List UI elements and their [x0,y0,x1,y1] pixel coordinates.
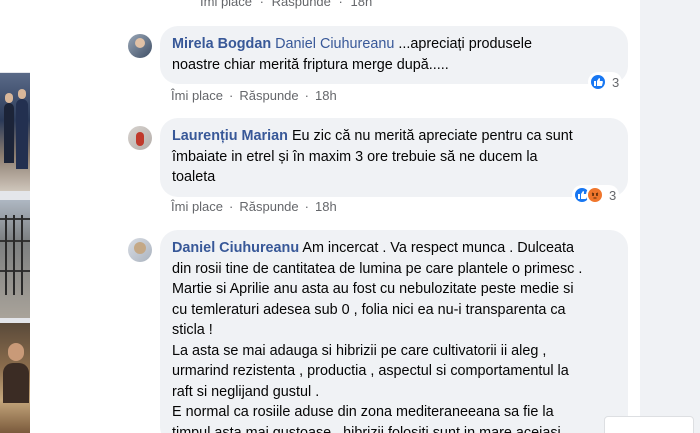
comment-text: E normal ca rosiile aduse din zona medit… [172,404,554,420]
reply-link[interactable]: Răspunde [239,88,298,103]
thumbnail-image-person[interactable] [0,323,30,433]
comments-feed: Îmi place · Răspunde · 18h Mirela Bogdan… [30,0,640,433]
thumbnail-image-fence[interactable] [0,200,30,318]
timestamp[interactable]: 18h [315,199,337,214]
avatar[interactable] [128,238,152,262]
comment-text: Eu zic că nu merită apreciate pentru ca … [287,128,573,144]
thumbnail-image-people[interactable] [0,73,30,191]
comment-text: Martie si Aprilie anu asta au fost cu ne… [172,281,574,297]
comment-author[interactable]: Mirela Bogdan [172,36,271,52]
comment-text: din rosii tine de cantitatea de lumina p… [172,260,583,277]
comment-text: raft si neglijand gustul . [172,383,320,400]
like-link[interactable]: Îmi place [200,0,252,9]
reaction-summary[interactable]: 3 [572,185,620,205]
timestamp[interactable]: 18h [315,88,337,103]
comment-bubble: Laurențiu Marian Eu zic că nu merită apr… [160,118,628,197]
angry-icon [586,186,604,204]
like-icon [589,73,607,91]
mention-link[interactable]: Daniel Ciuhureanu [275,36,394,52]
sidebar-blank-area [0,0,30,72]
previous-comment-actions: Îmi place · Răspunde · 18h [200,0,376,9]
comment-bubble: Mirela Bogdan Daniel Ciuhureanu ...aprec… [160,26,628,84]
comment-actions: Îmi place · Răspunde · 18h [171,199,337,214]
reaction-summary[interactable]: 3 [588,72,623,92]
comment-text: La asta se mai adauga si hibrizii pe car… [172,342,547,359]
like-link[interactable]: Îmi place [171,88,223,103]
comment-text: ...apreciați produsele [394,36,532,52]
reaction-count: 3 [612,74,620,90]
right-margin [640,0,700,433]
reply-link[interactable]: Răspunde [239,199,298,214]
avatar[interactable] [128,34,152,58]
left-sidebar-thumbnails [0,0,30,433]
comment-text: Am incercat . Va respect munca . Dulceat… [299,240,575,256]
comment-author[interactable]: Daniel Ciuhureanu [172,240,299,256]
comment-text: sticla ! [172,322,213,338]
comment-text: urmarind rezistenta , productia , aspect… [172,363,569,379]
comment-text: cu temleraturi adesea sub 0 , folia nici… [172,301,566,318]
comment-text: noastre chiar merită friptura merge după… [172,56,449,73]
comment-text: îmbaiate in etrel și în maxim 3 ore treb… [172,148,538,165]
comment-actions: Îmi place · Răspunde · 18h [171,88,337,103]
timestamp[interactable]: 18h [351,0,373,9]
comment-author[interactable]: Laurențiu Marian [172,128,288,144]
chat-tab[interactable] [604,416,694,433]
like-link[interactable]: Îmi place [171,199,223,214]
comment-bubble: Daniel Ciuhureanu Am incercat . Va respe… [160,230,628,433]
comment-text: timpul asta mai gustoase , hibrizii folo… [172,424,569,433]
avatar[interactable] [128,126,152,150]
comment-text: toaleta [172,169,216,185]
reply-link[interactable]: Răspunde [272,0,331,9]
reaction-count: 3 [609,187,617,203]
